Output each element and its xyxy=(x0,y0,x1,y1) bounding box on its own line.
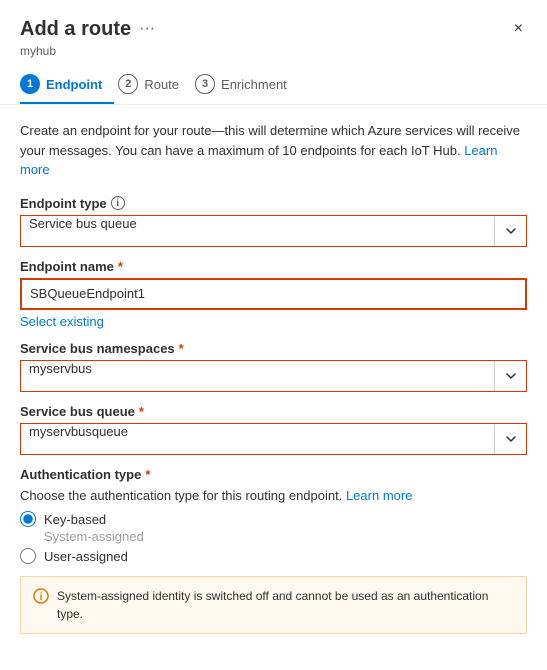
auth-type-radio-group: Key-based System-assigned User-assigned xyxy=(20,511,527,564)
service-bus-namespaces-label-text: Service bus namespaces xyxy=(20,341,175,356)
endpoint-type-label: Endpoint type i xyxy=(20,196,527,211)
panel-subtitle: myhub xyxy=(20,44,527,58)
radio-key-based-label[interactable]: Key-based xyxy=(44,512,106,527)
chevron-down-icon xyxy=(506,436,516,442)
auth-type-description: Choose the authentication type for this … xyxy=(20,486,527,506)
endpoint-name-field: Endpoint name * Select existing xyxy=(20,259,527,329)
service-bus-queue-field: Service bus queue * myservbusqueue xyxy=(20,404,527,455)
radio-user-assigned[interactable] xyxy=(20,548,36,564)
endpoint-type-field: Endpoint type i Service bus queue xyxy=(20,196,527,247)
endpoint-type-value: Service bus queue xyxy=(21,216,494,246)
panel-title: Add a route xyxy=(20,18,131,41)
service-bus-queue-chevron[interactable] xyxy=(494,424,526,454)
warning-banner: i System-assigned identity is switched o… xyxy=(20,576,527,634)
description: Create an endpoint for your route—this w… xyxy=(20,121,527,180)
close-icon[interactable]: × xyxy=(510,16,527,42)
service-bus-namespaces-required: * xyxy=(179,341,184,356)
chevron-down-icon xyxy=(506,373,516,379)
chevron-down-icon xyxy=(506,228,516,234)
step-enrichment[interactable]: 3 Enrichment xyxy=(195,66,299,104)
system-assigned-sublabel: System-assigned xyxy=(44,529,144,544)
service-bus-queue-label: Service bus queue * xyxy=(20,404,527,419)
auth-type-label: Authentication type * xyxy=(20,467,527,482)
endpoint-name-required: * xyxy=(118,259,123,274)
endpoint-type-chevron[interactable] xyxy=(494,216,526,246)
radio-item-key-based: Key-based xyxy=(20,511,527,527)
auth-type-description-text: Choose the authentication type for this … xyxy=(20,488,342,503)
step-2-circle: 2 xyxy=(118,74,138,94)
service-bus-namespaces-field: Service bus namespaces * myservbus xyxy=(20,341,527,392)
step-2-label: Route xyxy=(144,77,179,92)
endpoint-type-dropdown[interactable]: Service bus queue xyxy=(20,215,527,247)
step-3-circle: 3 xyxy=(195,74,215,94)
warning-banner-text: System-assigned identity is switched off… xyxy=(57,587,514,623)
radio-key-based[interactable] xyxy=(20,511,36,527)
step-endpoint[interactable]: 1 Endpoint xyxy=(20,66,114,104)
steps-row: 1 Endpoint 2 Route 3 Enrichment xyxy=(20,66,527,104)
description-text: Create an endpoint for your route—this w… xyxy=(20,123,520,158)
step-3-label: Enrichment xyxy=(221,77,287,92)
service-bus-namespaces-chevron[interactable] xyxy=(494,361,526,391)
endpoint-name-label-text: Endpoint name xyxy=(20,259,114,274)
panel-header: Add a route ··· × myhub 1 Endpoint 2 Rou… xyxy=(0,0,547,105)
radio-item-system-assigned: System-assigned xyxy=(44,529,527,544)
service-bus-namespaces-dropdown[interactable]: myservbus xyxy=(20,360,527,392)
title-area: Add a route ··· xyxy=(20,18,155,41)
endpoint-type-label-text: Endpoint type xyxy=(20,196,107,211)
auth-type-field: Authentication type * Choose the authent… xyxy=(20,467,527,565)
panel-body: Create an endpoint for your route—this w… xyxy=(0,105,547,670)
endpoint-type-info-icon[interactable]: i xyxy=(111,196,125,210)
service-bus-queue-value: myservbusqueue xyxy=(21,424,494,454)
radio-user-assigned-label[interactable]: User-assigned xyxy=(44,549,128,564)
service-bus-namespaces-label: Service bus namespaces * xyxy=(20,341,527,356)
auth-type-label-text: Authentication type xyxy=(20,467,141,482)
radio-item-user-assigned: User-assigned xyxy=(20,548,527,564)
select-existing-link[interactable]: Select existing xyxy=(20,314,104,329)
auth-type-learn-more-link[interactable]: Learn more xyxy=(346,488,412,503)
add-route-panel: Add a route ··· × myhub 1 Endpoint 2 Rou… xyxy=(0,0,547,670)
step-route[interactable]: 2 Route xyxy=(118,66,191,104)
service-bus-namespaces-value: myservbus xyxy=(21,361,494,391)
service-bus-queue-required: * xyxy=(139,404,144,419)
svg-text:i: i xyxy=(40,592,43,603)
service-bus-queue-label-text: Service bus queue xyxy=(20,404,135,419)
auth-type-required: * xyxy=(145,467,150,482)
endpoint-name-input[interactable] xyxy=(20,278,527,310)
step-1-circle: 1 xyxy=(20,74,40,94)
service-bus-queue-dropdown[interactable]: myservbusqueue xyxy=(20,423,527,455)
more-options-icon[interactable]: ··· xyxy=(139,20,155,38)
endpoint-name-label: Endpoint name * xyxy=(20,259,527,274)
warning-icon: i xyxy=(33,588,49,607)
step-1-label: Endpoint xyxy=(46,77,102,92)
